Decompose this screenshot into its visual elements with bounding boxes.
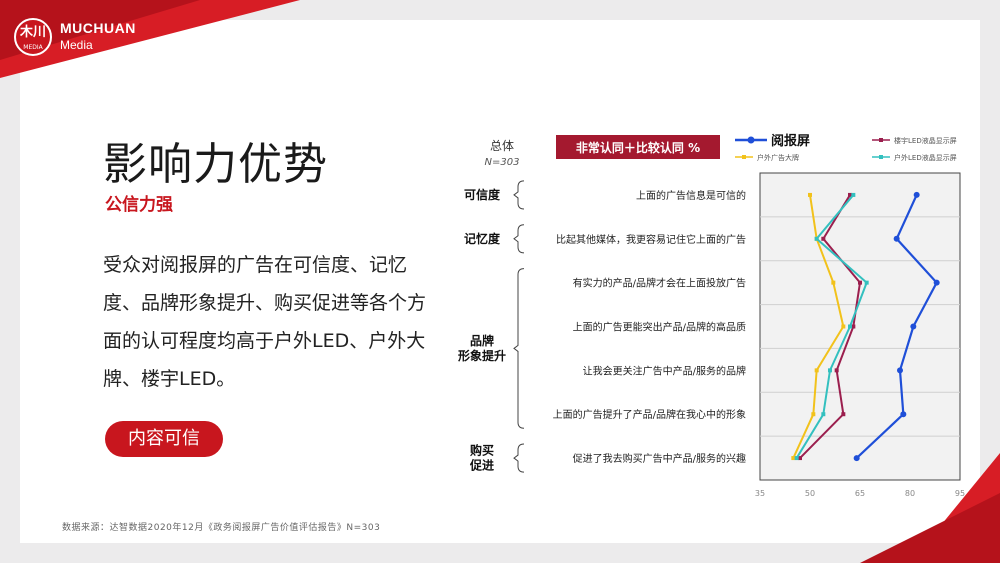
legend-marker-1	[879, 138, 883, 142]
series-1-point-2	[858, 280, 862, 285]
group-bracket-2	[513, 268, 525, 429]
data-source-note: 数据来源：达智数据2020年12月《政务阅报屏广告价值评估报告》N=303	[62, 523, 381, 533]
legend-marker-3	[879, 155, 883, 159]
series-1-point-5	[841, 412, 846, 417]
logo-text: 木川	[19, 25, 46, 40]
group-label-2-1: 形象提升	[458, 348, 506, 363]
brand: MUCHUAN Media	[60, 20, 136, 52]
legend-label-2: 户外广告大牌	[757, 153, 799, 162]
series-0-point-4	[897, 367, 903, 374]
series-1-point-1	[821, 236, 826, 241]
series-3-point-6	[794, 456, 799, 461]
group-label-0-0: 可信度	[464, 187, 501, 202]
category-label-0: 上面的广告信息是可信的	[636, 189, 746, 202]
series-0-point-2	[933, 279, 940, 286]
series-0-point-3	[910, 323, 917, 330]
series-2-point-4	[814, 368, 819, 373]
group-label-1-0: 记忆度	[464, 231, 501, 246]
series-2-point-3	[841, 324, 846, 329]
group-label-3-0: 购买	[470, 443, 494, 458]
category-label-5: 上面的广告提升了产品/品牌在我心中的形象	[553, 408, 746, 421]
x-tick-label-2: 65	[855, 489, 865, 498]
content-pill: 内容可信	[105, 421, 223, 457]
plot-area	[759, 172, 961, 481]
metric-label: 非常认同＋比较认同 %	[576, 140, 700, 155]
page-title: 影响力优势	[103, 139, 328, 190]
category-label-4: 让我会更关注广告中产品/服务的品牌	[583, 364, 746, 377]
series-3-point-3	[848, 324, 852, 329]
sample-label: 总体	[490, 139, 514, 153]
series-2-point-0	[808, 192, 812, 197]
legend-label-0: 阅报屏	[771, 133, 810, 149]
category-label-6: 促进了我去购买广告中产品/服务的兴趣	[573, 452, 746, 465]
brand-logo-icon: 木川 MEDIA	[14, 18, 52, 56]
legend-marker-2	[742, 155, 746, 159]
legend-label-1: 楼宇LED液晶显示屏	[894, 136, 957, 145]
group-label-2-0: 品牌	[470, 333, 494, 348]
group-label-3-1: 促进	[469, 458, 494, 473]
group-bracket-1	[513, 224, 525, 254]
group-bracket-0	[513, 180, 525, 210]
legend-marker-0	[747, 136, 755, 144]
category-label-3: 上面的广告更能突出产品/品牌的高品质	[573, 321, 746, 334]
x-tick-label-4: 95	[955, 489, 965, 498]
page-subtitle: 公信力强	[105, 195, 173, 215]
series-2-point-5	[811, 412, 816, 417]
x-tick-label-1: 50	[805, 489, 815, 498]
page-body-text: 受众对阅报屏的广告在可信度、记忆度、品牌形象提升、购买促进等各个方面的认可程度均…	[103, 254, 427, 390]
comparison-line-chart: 总体 N=303 非常认同＋比较认同 % 阅报屏 楼宇LED液晶显示屏户外广告大牌 户外L…	[458, 133, 965, 498]
category-label-2: 有实力的产品/品牌才会在上面投放广告	[573, 277, 746, 290]
series-2-point-2	[831, 280, 836, 285]
series-0-point-1	[893, 235, 900, 242]
series-3-point-5	[821, 412, 826, 417]
series-0-point-5	[900, 411, 907, 418]
legend-label-3: 户外LED液晶显示屏	[894, 153, 957, 162]
series-0-point-0	[913, 191, 920, 198]
sample-size: N=303	[485, 157, 520, 168]
group-bracket-3	[513, 443, 525, 473]
logo-sub: MEDIA	[23, 44, 43, 51]
series-3-point-0	[851, 192, 856, 197]
brand-tagline: Media	[60, 38, 93, 52]
series-3-point-1	[814, 236, 819, 241]
category-label-1: 比起其他媒体，我更容易记住它上面的广告	[556, 233, 746, 246]
x-tick-label-0: 35	[755, 489, 765, 498]
brand-name: MUCHUAN	[60, 20, 136, 36]
series-3-point-4	[828, 368, 832, 373]
series-3-point-2	[864, 280, 869, 285]
series-1-point-4	[834, 368, 839, 373]
series-0-point-6	[853, 455, 860, 462]
x-tick-label-3: 80	[905, 489, 915, 498]
